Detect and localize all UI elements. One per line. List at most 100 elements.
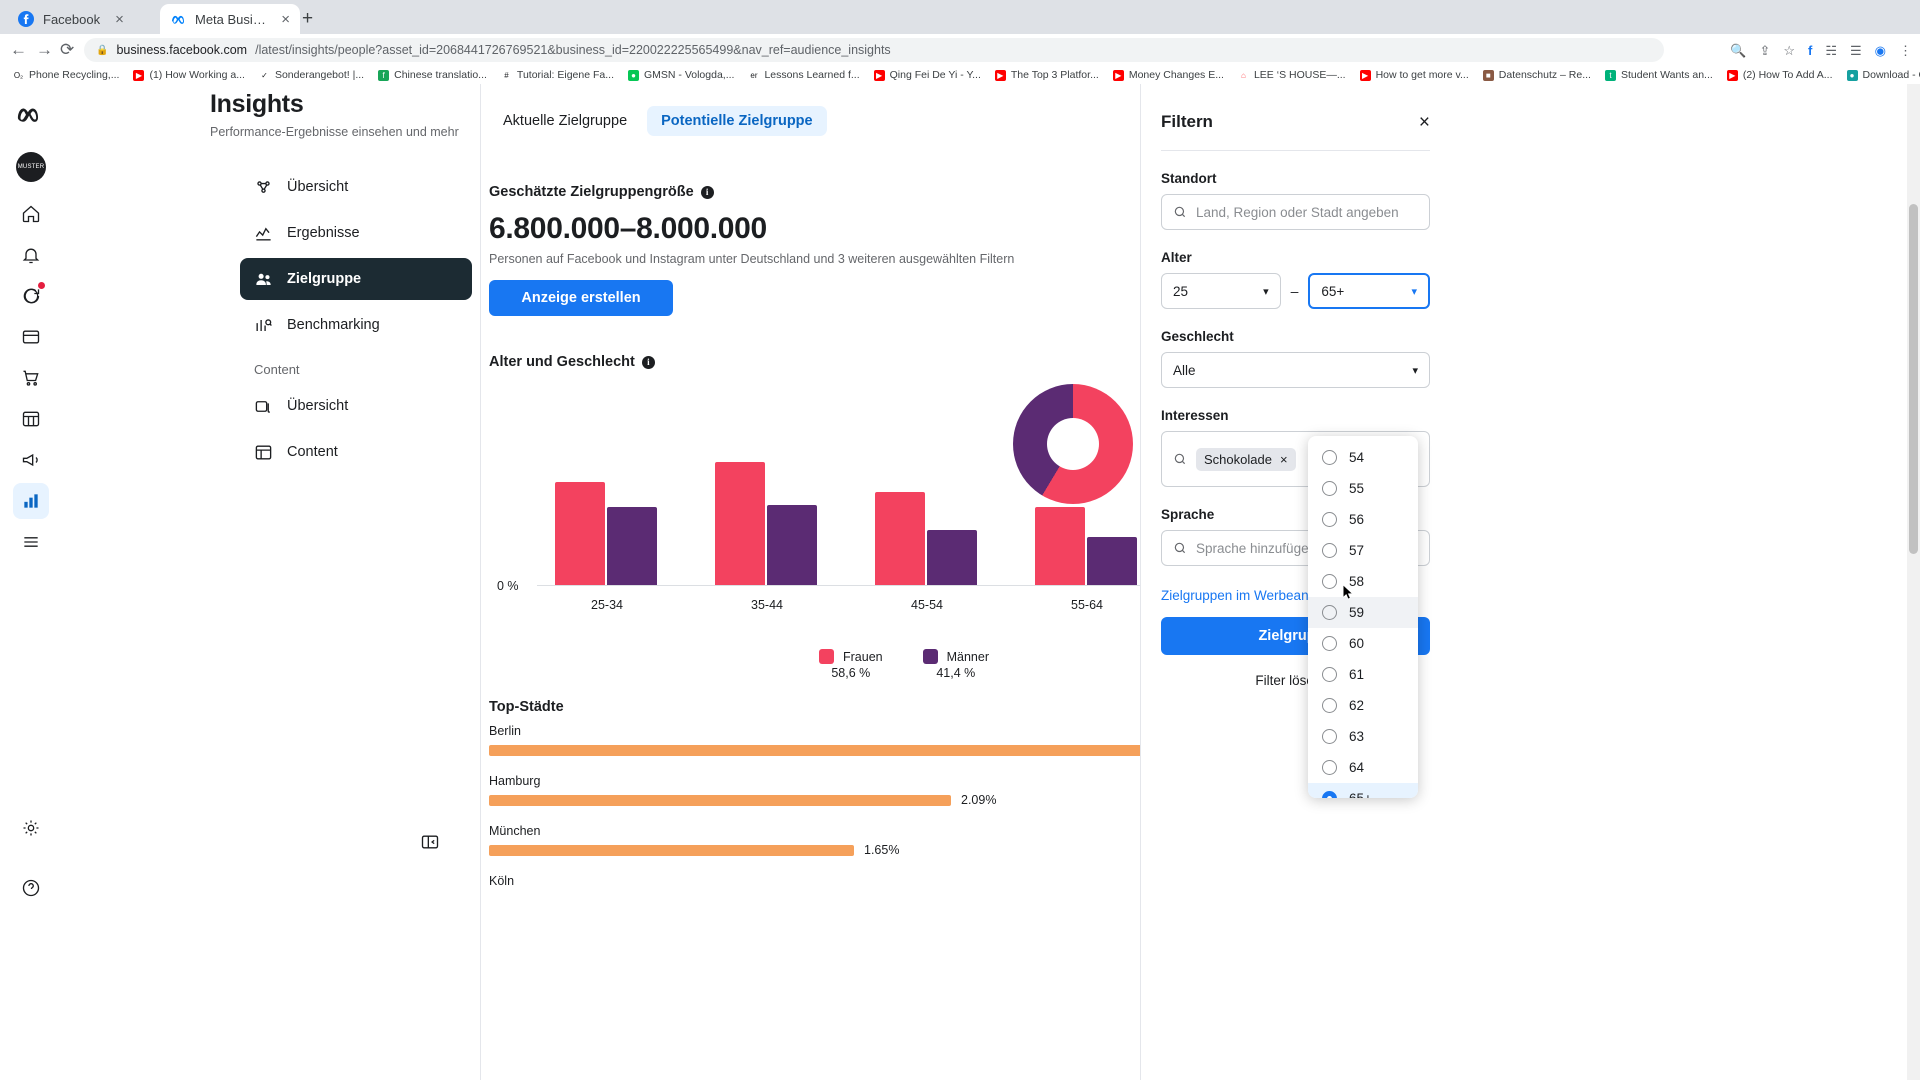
age-option-61[interactable]: 61	[1308, 659, 1418, 690]
rail-item-planner[interactable]	[13, 401, 49, 437]
gender-value: Alle	[1173, 362, 1196, 378]
age-option-54[interactable]: 54	[1308, 442, 1418, 473]
bookmark-item[interactable]: ▶ (2) How To Add A...	[1720, 69, 1840, 81]
tab-close-icon[interactable]: ×	[115, 12, 124, 27]
info-icon[interactable]: i	[641, 355, 655, 369]
page-subtitle: Performance-Ergebnisse einsehen und mehr	[210, 125, 459, 139]
rail-item-home[interactable]	[13, 196, 49, 232]
page-scrollbar[interactable]	[1907, 84, 1920, 1080]
legend-value: 41,4 %	[936, 666, 976, 680]
menu-icon[interactable]: ⋮	[1899, 44, 1912, 57]
bookmark-item[interactable]: ✓ Sonderangebot! |...	[252, 69, 371, 81]
nav-label: Übersicht	[287, 398, 349, 414]
age-option-label: 65+	[1349, 791, 1372, 798]
rail-item-settings[interactable]	[13, 810, 49, 846]
address-bar[interactable]: 🔒 business.facebook.com /latest/insights…	[84, 38, 1664, 62]
reload-button[interactable]: ⟳	[60, 41, 74, 59]
puzzle-icon[interactable]: ☵	[1825, 44, 1837, 57]
rail-item-commerce[interactable]	[13, 360, 49, 396]
bookmark-item[interactable]: ▶ (1) How Working a...	[126, 69, 252, 81]
url-path: /latest/insights/people?asset_id=2068441…	[255, 43, 891, 57]
back-button[interactable]: ←	[10, 41, 27, 59]
tab-aktuelle-zielgruppe[interactable]: Aktuelle Zielgruppe	[489, 106, 641, 136]
bookmark-label: Money Changes E...	[1128, 69, 1224, 81]
home-icon	[22, 205, 40, 223]
location-input[interactable]: Land, Region oder Stadt angeben	[1161, 194, 1430, 230]
tab-label: Aktuelle Zielgruppe	[503, 113, 628, 129]
age-max-select[interactable]: 65+ ▾	[1308, 273, 1431, 309]
bookmark-item[interactable]: ▶ The Top 3 Platfor...	[988, 69, 1106, 81]
city-bar	[489, 844, 854, 856]
meta-logo[interactable]	[14, 98, 48, 132]
bookmark-item[interactable]: ▶ Money Changes E...	[1106, 69, 1231, 81]
scrollbar-thumb[interactable]	[1909, 204, 1918, 554]
bookmark-favicon: t	[1604, 69, 1616, 81]
rail-item-marketing[interactable]	[13, 442, 49, 478]
gender-select[interactable]: Alle ▾	[1161, 352, 1430, 388]
bookmark-item[interactable]: # Tutorial: Eigene Fa...	[494, 69, 621, 81]
interest-chip[interactable]: Schokolade ×	[1196, 447, 1296, 471]
bookmark-item[interactable]: t Student Wants an...	[1598, 69, 1720, 81]
bookmark-label: GMSN - Vologda,...	[644, 69, 735, 81]
new-tab-button[interactable]: +	[302, 9, 313, 28]
sidebar-item-content-uebersicht[interactable]: Übersicht	[240, 385, 472, 427]
age-option-64[interactable]: 64	[1308, 752, 1418, 783]
bookmark-item[interactable]: er Lessons Learned f...	[741, 69, 866, 81]
age-max-dropdown[interactable]: 54 55 56 57 58 59 60 61 62 63 64 65+	[1308, 436, 1418, 798]
bookmark-item[interactable]: ⌂ LEE ‘S HOUSE—...	[1231, 69, 1353, 81]
age-option-63[interactable]: 63	[1308, 721, 1418, 752]
sidebar-item-ergebnisse[interactable]: Ergebnisse	[240, 212, 472, 254]
sidebar-item-zielgruppe[interactable]: Zielgruppe	[240, 258, 472, 300]
sidebar-item-uebersicht[interactable]: Übersicht	[240, 166, 472, 208]
bookmark-item[interactable]: ▶ How to get more v...	[1353, 69, 1476, 81]
radio-icon	[1322, 791, 1337, 798]
collapse-panel-icon[interactable]	[420, 832, 440, 857]
share-icon[interactable]: ⇪	[1759, 44, 1770, 57]
forward-button[interactable]: →	[36, 41, 53, 59]
bookmark-item[interactable]: f Chinese translatio...	[371, 69, 494, 81]
nav-label: Zielgruppe	[287, 271, 362, 287]
search-icon[interactable]: 🔍	[1730, 44, 1746, 57]
rail-item-inbox[interactable]	[13, 278, 49, 314]
bookmark-item[interactable]: ▶ Qing Fei De Yi - Y...	[867, 69, 988, 81]
rail-item-notifications[interactable]	[13, 237, 49, 273]
bookmark-label: (1) How Working a...	[149, 69, 245, 81]
list-icon[interactable]: ☰	[1850, 44, 1862, 57]
close-icon[interactable]: ×	[1419, 113, 1430, 132]
browser-tab-meta-business-suite[interactable]: Meta Business Suite ×	[160, 4, 300, 34]
age-option-62[interactable]: 62	[1308, 690, 1418, 721]
rail-item-all-tools[interactable]	[13, 524, 49, 560]
bookmark-favicon: #	[500, 69, 512, 81]
create-ad-button[interactable]: Anzeige erstellen	[489, 280, 673, 316]
age-option-58[interactable]: 58	[1308, 566, 1418, 597]
age-option-65+[interactable]: 65+	[1308, 783, 1418, 798]
rail-item-help[interactable]	[13, 870, 49, 906]
bookmark-item[interactable]: O₂ Phone Recycling,...	[6, 69, 126, 81]
info-icon[interactable]: i	[700, 185, 714, 199]
profile-icon[interactable]: ◉	[1875, 44, 1886, 57]
sidebar-item-content[interactable]: Content	[240, 431, 472, 473]
interests-label: Interessen	[1161, 408, 1229, 423]
age-option-55[interactable]: 55	[1308, 473, 1418, 504]
close-icon[interactable]: ×	[1280, 452, 1288, 467]
radio-icon	[1322, 481, 1337, 496]
avatar[interactable]: MUSTER	[16, 152, 46, 182]
rail-item-insights[interactable]	[13, 483, 49, 519]
age-option-57[interactable]: 57	[1308, 535, 1418, 566]
age-min-select[interactable]: 25 ▾	[1161, 273, 1281, 309]
x-axis-label: 35-44	[751, 598, 783, 612]
bookmark-item[interactable]: ● GMSN - Vologda,...	[621, 69, 741, 81]
browser-tab-facebook[interactable]: Facebook ×	[8, 4, 156, 34]
sidebar-item-benchmarking[interactable]: Benchmarking	[240, 304, 472, 346]
rail-item-ads[interactable]	[13, 319, 49, 355]
age-option-60[interactable]: 60	[1308, 628, 1418, 659]
bookmark-item[interactable]: ● Download - Cooki...	[1840, 69, 1920, 81]
bookmark-favicon: O₂	[13, 69, 24, 81]
star-icon[interactable]: ☆	[1783, 44, 1795, 57]
age-option-59[interactable]: 59	[1308, 597, 1418, 628]
tab-close-icon[interactable]: ×	[281, 12, 290, 27]
bookmark-item[interactable]: ■ Datenschutz – Re...	[1476, 69, 1598, 81]
age-option-56[interactable]: 56	[1308, 504, 1418, 535]
tab-potentielle-zielgruppe[interactable]: Potentielle Zielgruppe	[647, 106, 827, 136]
facebook-icon[interactable]: f	[1808, 44, 1812, 57]
